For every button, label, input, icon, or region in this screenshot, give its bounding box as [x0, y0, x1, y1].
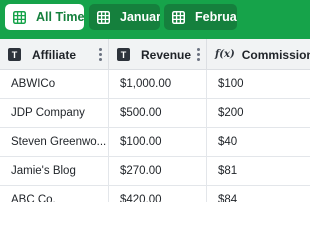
affiliate-cell[interactable]: Jamie's Blog	[0, 157, 109, 185]
table-row[interactable]: JDP Company $500.00 $200	[0, 99, 310, 128]
affiliate-cell[interactable]: ABWICo	[0, 70, 109, 98]
tab-label: February	[195, 10, 237, 24]
commission-cell[interactable]: $81	[207, 157, 310, 185]
affiliate-cell[interactable]: ABC Co.	[0, 186, 109, 202]
text-type-icon: T	[8, 48, 21, 61]
commission-cell[interactable]: $84	[207, 186, 310, 202]
table-grid-icon	[172, 10, 185, 24]
formula-type-icon: f(x)	[215, 49, 235, 60]
revenue-cell[interactable]: $500.00	[109, 99, 207, 127]
affiliate-table: T Affiliate T Revenue f(x) Commission AB…	[0, 39, 310, 202]
table-row[interactable]: ABWICo $1,000.00 $100	[0, 70, 310, 99]
column-menu-icon[interactable]	[197, 48, 200, 61]
revenue-cell[interactable]: $420.00	[109, 186, 207, 202]
table-row[interactable]: Steven Greenwo... $100.00 $40	[0, 128, 310, 157]
column-label: Revenue	[141, 47, 192, 62]
column-label: Affiliate	[32, 47, 77, 62]
tab-january[interactable]: January	[89, 4, 160, 30]
column-menu-icon[interactable]	[99, 48, 102, 61]
column-label: Commission	[241, 47, 310, 62]
commission-cell[interactable]: $100	[207, 70, 310, 98]
column-header-revenue[interactable]: T Revenue	[109, 39, 207, 70]
table-grid-icon	[13, 10, 26, 24]
view-tab-bar: All Time January February	[0, 0, 310, 39]
table-row[interactable]: Jamie's Blog $270.00 $81	[0, 157, 310, 186]
affiliate-cell[interactable]: JDP Company	[0, 99, 109, 127]
commission-cell[interactable]: $40	[207, 128, 310, 156]
tab-all-time[interactable]: All Time	[5, 4, 84, 30]
revenue-cell[interactable]: $270.00	[109, 157, 207, 185]
column-header-commission[interactable]: f(x) Commission	[207, 39, 310, 70]
commission-cell[interactable]: $200	[207, 99, 310, 127]
table-row[interactable]: ABC Co. $420.00 $84	[0, 186, 310, 202]
affiliate-cell[interactable]: Steven Greenwo...	[0, 128, 109, 156]
column-header-affiliate[interactable]: T Affiliate	[0, 39, 109, 70]
table-grid-icon	[97, 10, 110, 24]
tab-february[interactable]: February	[164, 4, 237, 30]
tab-label: January	[120, 10, 160, 24]
revenue-cell[interactable]: $1,000.00	[109, 70, 207, 98]
table-header: T Affiliate T Revenue f(x) Commission	[0, 39, 310, 70]
revenue-cell[interactable]: $100.00	[109, 128, 207, 156]
tab-label: All Time	[36, 10, 84, 24]
text-type-icon: T	[117, 48, 130, 61]
